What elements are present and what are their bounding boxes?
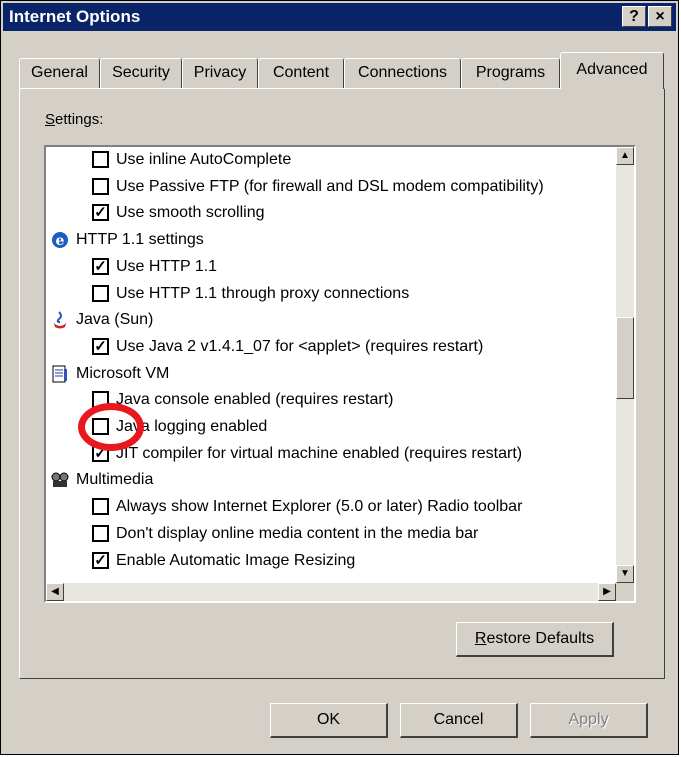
tab-content[interactable]: Content — [258, 58, 344, 88]
setting-label: Use Java 2 v1.4.1_07 for <applet> (requi… — [116, 337, 484, 355]
checkbox-checked[interactable]: ✓ — [92, 337, 109, 355]
ok-button[interactable]: OK — [270, 703, 388, 738]
tab-connections[interactable]: Connections — [344, 58, 461, 88]
tab-privacy[interactable]: Privacy — [182, 58, 258, 88]
settings-label: Settings: — [45, 111, 104, 128]
setting-label: Java console enabled (requires restart) — [116, 391, 394, 409]
tab-advanced[interactable]: Advanced — [560, 52, 664, 89]
scrollbar-corner — [616, 583, 634, 601]
help-button[interactable]: ? — [622, 6, 646, 27]
vertical-scrollbar[interactable]: ▲ ▼ — [616, 147, 634, 583]
category-label: Multimedia — [76, 471, 154, 489]
tab-programs[interactable]: Programs — [461, 58, 560, 88]
setting-label: Use HTTP 1.1 through proxy connections — [116, 284, 410, 302]
vertical-scroll-thumb[interactable] — [616, 317, 634, 399]
setting-label: Use smooth scrolling — [116, 204, 265, 222]
checkbox-unchecked[interactable] — [92, 151, 109, 168]
category-label: Microsoft VM — [76, 364, 170, 382]
cancel-button[interactable]: Cancel — [400, 703, 518, 738]
close-button[interactable]: × — [648, 6, 672, 27]
checkbox-unchecked[interactable] — [92, 284, 109, 302]
horizontal-scrollbar[interactable]: ◀ ▶ — [46, 583, 616, 601]
setting-label: Always show Internet Explorer (5.0 or la… — [116, 498, 523, 516]
annotation-circle — [78, 403, 144, 451]
scroll-left-arrow-icon[interactable]: ◀ — [46, 583, 64, 601]
setting-label: Use HTTP 1.1 — [116, 257, 218, 275]
checkbox-unchecked[interactable] — [92, 498, 109, 516]
category-label: Java (Sun) — [76, 311, 154, 329]
setting-label: Use inline AutoComplete — [116, 151, 292, 168]
tab-general[interactable]: General — [19, 58, 100, 88]
scroll-up-arrow-icon[interactable]: ▲ — [616, 147, 634, 165]
settings-list[interactable]: Use inline AutoComplete Use Passive FTP (… — [44, 145, 636, 603]
window-title: Internet Options — [9, 7, 141, 26]
checkbox-unchecked[interactable] — [92, 177, 109, 195]
settings-list-content: Use inline AutoComplete Use Passive FTP (… — [46, 147, 616, 583]
checkbox-checked[interactable]: ✓ — [92, 204, 109, 222]
setting-label: JIT compiler for virtual machine enabled… — [116, 444, 523, 462]
category-label: HTTP 1.1 settings — [76, 231, 204, 249]
setting-label: Don't display online media content in th… — [116, 524, 479, 542]
setting-label: Enable Automatic Image Resizing — [116, 551, 356, 569]
restore-defaults-button[interactable]: Restore Defaults — [456, 622, 614, 657]
checkbox-checked[interactable]: ✓ — [92, 257, 109, 275]
setting-label: Use Passive FTP (for firewall and DSL mo… — [116, 177, 544, 195]
checkbox-checked[interactable]: ✓ — [92, 551, 109, 569]
apply-button[interactable]: Apply — [530, 703, 648, 738]
svg-text:e: e — [56, 233, 65, 249]
scroll-right-arrow-icon[interactable]: ▶ — [598, 583, 616, 601]
checkbox-unchecked[interactable] — [92, 524, 109, 542]
title-bar[interactable]: Internet Options ? × — [3, 3, 676, 31]
scroll-down-arrow-icon[interactable]: ▼ — [616, 565, 634, 583]
tab-security[interactable]: Security — [100, 58, 182, 88]
